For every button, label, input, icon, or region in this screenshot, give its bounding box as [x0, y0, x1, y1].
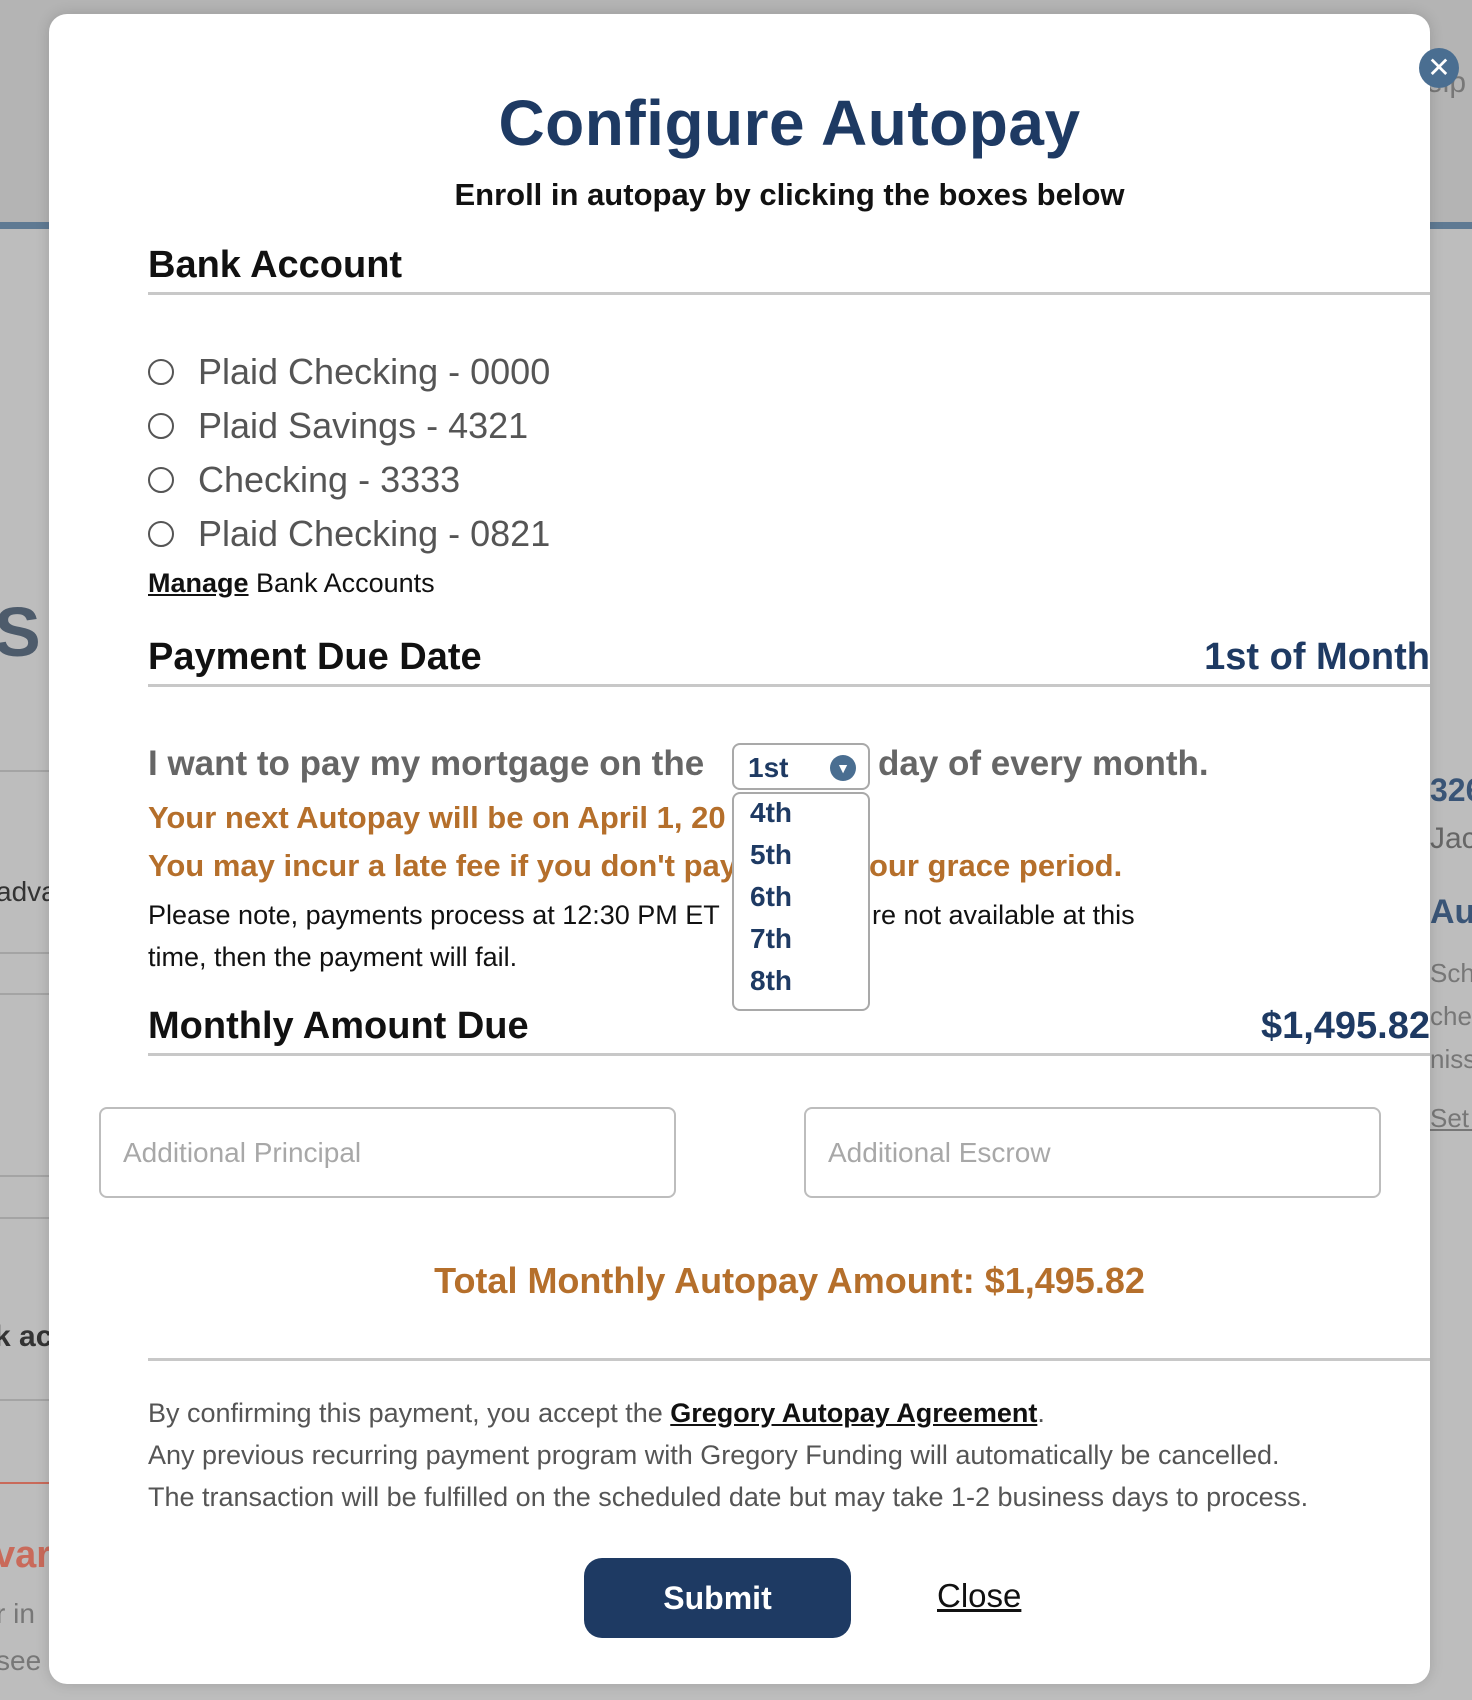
processing-note: Please note, payments process at 12:30 P… [148, 894, 1178, 978]
background-fragment: 326 [1430, 772, 1472, 808]
next-autopay-notice: Your next Autopay will be on April 1, 20 [148, 800, 726, 835]
legal-line3: The transaction will be fulfilled on the… [148, 1482, 1309, 1512]
payment-day-sentence: I want to pay my mortgage on the day of … [148, 744, 1209, 784]
background-fragment: Sche [1430, 958, 1472, 988]
note-left: Please note, payments process at 12:30 P… [148, 900, 720, 930]
dropdown-option[interactable]: 6th [750, 881, 792, 913]
manage-bank-accounts: Manage Bank Accounts [148, 568, 435, 599]
legal-text: By confirming this payment, you accept t… [148, 1392, 1448, 1518]
section-divider [148, 1358, 1430, 1361]
bank-account-option[interactable]: Plaid Checking - 0000 [148, 350, 550, 394]
dropdown-option[interactable]: 4th [750, 797, 792, 829]
monthly-amount-heading: Monthly Amount Due [148, 1005, 529, 1047]
total-autopay-amount: Total Monthly Autopay Amount: $1,495.82 [434, 1260, 1145, 1301]
dropdown-option[interactable]: 8th [750, 965, 792, 997]
background-divider [0, 770, 49, 772]
background-fragment: see [0, 1645, 42, 1676]
bank-account-option[interactable]: Plaid Checking - 0821 [148, 512, 550, 556]
sentence-after: day of every month. [878, 744, 1209, 783]
background-fragment: k ac [0, 1320, 53, 1353]
background-fragment: Set U [1430, 1103, 1472, 1133]
background-fragment: var [0, 1534, 52, 1576]
submit-button[interactable]: Submit [584, 1558, 851, 1638]
background-fragment: Aut [1430, 893, 1472, 931]
radio-button[interactable] [148, 359, 174, 385]
modal-subtitle: Enroll in autopay by clicking the boxes … [454, 177, 1125, 212]
radio-button[interactable] [148, 413, 174, 439]
manage-link[interactable]: Manage [148, 568, 249, 598]
background-red-rule [0, 1482, 49, 1484]
background-divider [0, 952, 49, 954]
autopay-agreement-link[interactable]: Gregory Autopay Agreement [670, 1398, 1037, 1428]
payment-day-select[interactable]: 1st ▼ [732, 743, 870, 790]
modal-title: Configure Autopay [498, 87, 1081, 159]
bank-account-option[interactable]: Checking - 3333 [148, 458, 460, 502]
background-fragment: niss [1430, 1044, 1472, 1074]
background-fragment: ched [1430, 1001, 1472, 1031]
note-line2: time, then the payment will fail. [148, 942, 518, 972]
configure-autopay-modal: ✕ Configure Autopay Enroll in autopay by… [49, 14, 1459, 1684]
background-divider [0, 1175, 49, 1177]
additional-principal-input[interactable] [99, 1107, 676, 1198]
legal-line2: Any previous recurring payment program w… [148, 1440, 1280, 1470]
payment-due-date-heading: Payment Due Date [148, 636, 482, 678]
bank-account-option[interactable]: Plaid Savings - 4321 [148, 404, 528, 448]
background-fragment: r in [0, 1598, 35, 1629]
bank-account-label: Plaid Checking - 0821 [198, 513, 551, 554]
payment-due-date-value: 1st of Month [1204, 636, 1430, 678]
additional-escrow-input[interactable] [804, 1107, 1381, 1198]
sentence-before: I want to pay my mortgage on the [148, 744, 705, 783]
chevron-down-icon: ▼ [830, 755, 856, 781]
legal-line1-suffix: . [1037, 1398, 1045, 1428]
selected-day: 1st [748, 752, 789, 783]
close-link[interactable]: Close [937, 1577, 1021, 1615]
monthly-amount-section-header: Monthly Amount Due $1,495.82 [148, 1005, 1430, 1056]
manage-suffix: Bank Accounts [248, 568, 435, 598]
background-divider [0, 993, 49, 995]
note-right: re not available at this [872, 900, 1135, 930]
late-fee-warning-right: our grace period. [869, 848, 1123, 883]
payment-due-date-section-header: Payment Due Date 1st of Month [148, 636, 1430, 687]
dropdown-option[interactable]: 7th [750, 923, 792, 955]
background-divider [0, 1399, 49, 1401]
dropdown-option[interactable]: 5th [750, 839, 792, 871]
bank-account-section-header: Bank Account [148, 244, 1430, 295]
background-divider [0, 1217, 49, 1219]
bank-account-heading: Bank Account [148, 244, 403, 286]
payment-day-dropdown[interactable]: 4th 5th 6th 7th 8th [732, 792, 870, 1011]
bank-account-label: Plaid Savings - 4321 [198, 405, 529, 446]
late-fee-warning-left: You may incur a late fee if you don't pa… [148, 848, 738, 883]
bank-account-label: Checking - 3333 [198, 459, 461, 500]
radio-button[interactable] [148, 467, 174, 493]
monthly-amount-value: $1,495.82 [1260, 1005, 1430, 1047]
close-icon[interactable]: ✕ [1419, 48, 1459, 88]
background-fragment: Jac [1430, 822, 1472, 855]
legal-line1-prefix: By confirming this payment, you accept t… [148, 1398, 671, 1428]
background-fragment: S [0, 593, 41, 671]
bank-account-label: Plaid Checking - 0000 [198, 351, 551, 392]
radio-button[interactable] [148, 521, 174, 547]
